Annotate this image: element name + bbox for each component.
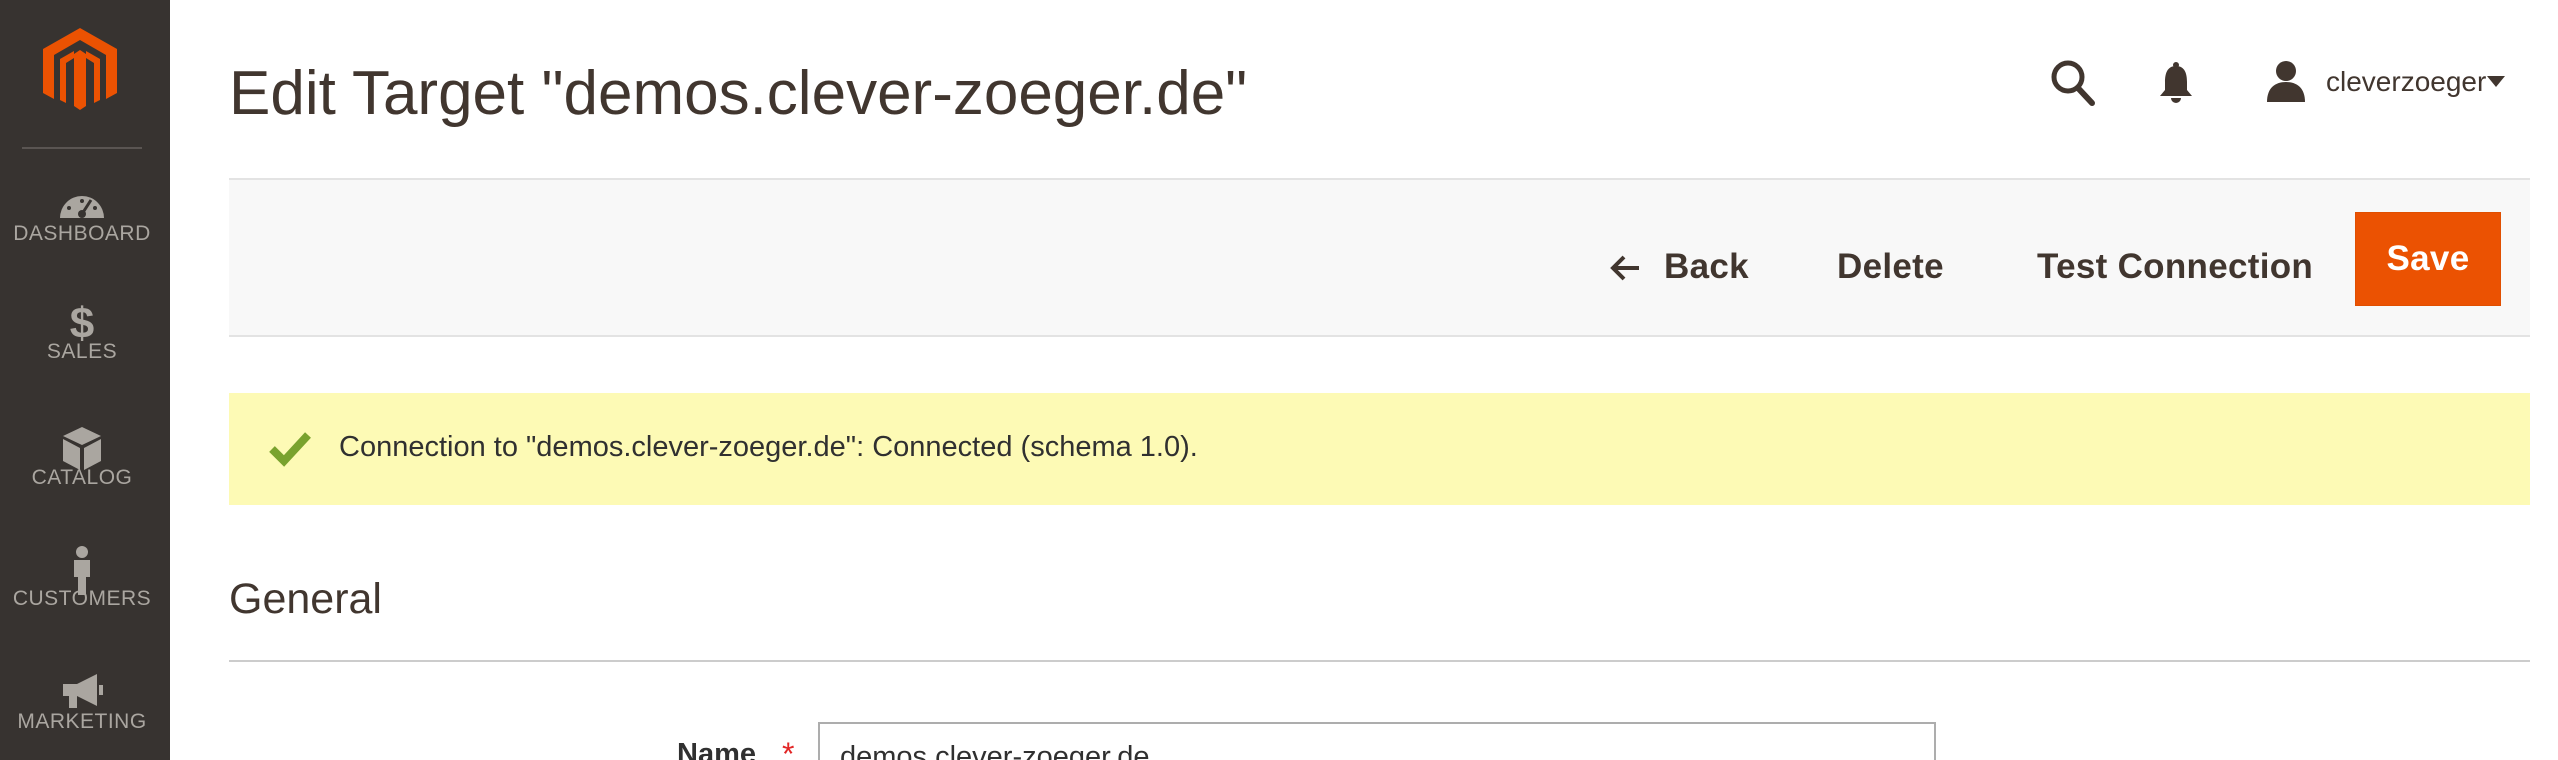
- chevron-down-icon: [2487, 76, 2505, 87]
- test-connection-button-label: Test Connection: [2037, 247, 2314, 286]
- search-icon[interactable]: [2050, 58, 2096, 108]
- logo-divider: [22, 147, 142, 149]
- section-divider: [229, 660, 2530, 662]
- name-field-label: Name: [677, 738, 756, 760]
- page-title: Edit Target "demos.clever-zoeger.de": [229, 59, 1248, 128]
- sidebar-item-sales[interactable]: $ SALES: [0, 298, 164, 408]
- arrow-left-icon: [1610, 255, 1639, 281]
- name-input[interactable]: [818, 722, 1936, 760]
- sidebar-item-customers[interactable]: CUSTOMERS: [0, 545, 164, 655]
- sidebar-item-marketing[interactable]: MARKETING: [0, 668, 164, 760]
- bell-icon[interactable]: [2158, 62, 2194, 104]
- magento-logo-icon[interactable]: [43, 28, 117, 114]
- user-icon: [2267, 61, 2305, 102]
- sidebar-item-label: CUSTOMERS: [12, 587, 152, 610]
- required-indicator: *: [782, 736, 795, 760]
- sidebar-item-label: CATALOG: [31, 466, 133, 489]
- save-button[interactable]: Save: [2355, 212, 2501, 306]
- test-connection-button[interactable]: Test Connection: [2037, 238, 2313, 298]
- back-button-label: Back: [1664, 247, 1749, 286]
- checkmark-icon: [269, 432, 311, 467]
- success-message: Connection to "demos.clever-zoeger.de": …: [229, 393, 2530, 505]
- sidebar-item-label: SALES: [46, 340, 118, 363]
- section-title-general[interactable]: General: [229, 575, 382, 624]
- user-account-menu[interactable]: cleverzoeger: [2265, 58, 2515, 108]
- sidebar-item-label: MARKETING: [17, 710, 147, 733]
- back-button[interactable]: Back: [1609, 238, 1769, 298]
- delete-button[interactable]: Delete: [1837, 238, 1944, 298]
- message-text: Connection to "demos.clever-zoeger.de": …: [339, 431, 1198, 463]
- user-name: cleverzoeger: [2326, 66, 2487, 97]
- sidebar-item-dashboard[interactable]: DASHBOARD: [0, 180, 164, 290]
- page-actions-toolbar: Back Delete Test Connection Save: [229, 178, 2530, 337]
- page: DASHBOARD $ SALES CATALOG CUSTOMERS MARK…: [0, 0, 2558, 760]
- sidebar-item-catalog[interactable]: CATALOG: [0, 424, 164, 534]
- delete-button-label: Delete: [1837, 247, 1944, 286]
- sidebar-item-label: DASHBOARD: [13, 222, 151, 245]
- admin-sidebar: DASHBOARD $ SALES CATALOG CUSTOMERS MARK…: [0, 0, 170, 760]
